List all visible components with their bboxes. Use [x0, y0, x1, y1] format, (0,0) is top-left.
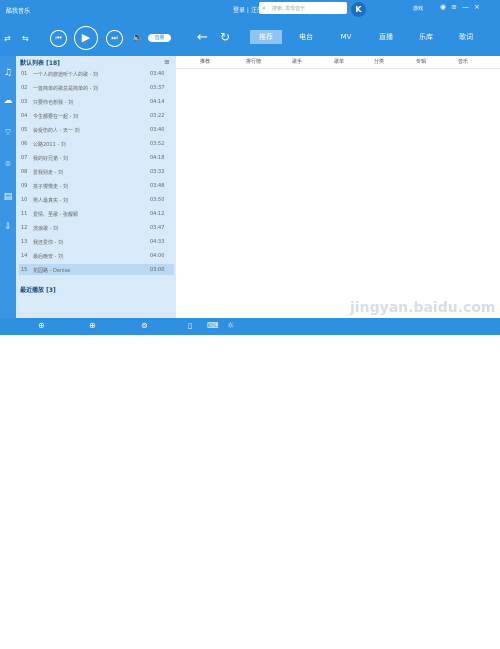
tab-radio[interactable]: 电台	[290, 30, 322, 44]
app-title: 酷我音乐	[6, 8, 31, 15]
sun-icon[interactable]: ☼	[227, 321, 234, 330]
add-folder-icon[interactable]: ⊕	[89, 321, 96, 330]
music-note-icon[interactable]: ♫	[3, 68, 13, 78]
volume-slider[interactable]: 音量	[148, 34, 171, 42]
game-link[interactable]: 游戏	[413, 5, 423, 12]
gamepad-icon[interactable]: ⌨	[207, 321, 219, 330]
list-item[interactable]: 07 我的好兄弟 - 刘 04:18	[19, 152, 174, 163]
title-bar: 酷我音乐 登录 | 注册 ⌕ 搜索, 发现音乐 K 游戏 ◉≡—×	[0, 0, 500, 20]
back-arrow-icon[interactable]: ←	[197, 30, 208, 45]
locate-icon[interactable]: ⊚	[141, 321, 148, 330]
next-button[interactable]: ⏭	[106, 30, 123, 47]
location-icon[interactable]: ⌾	[3, 160, 13, 170]
list-item-selected[interactable]: 15 花园路 - Denise 03:00	[19, 264, 174, 275]
search-placeholder: 搜索, 发现音乐	[272, 6, 306, 12]
tab-library[interactable]: 乐库	[410, 30, 442, 44]
playlist-header[interactable]: 默认列表 [18]	[20, 58, 60, 67]
download-icon[interactable]: ⇩	[3, 222, 13, 232]
tab-recommend[interactable]: 推荐	[250, 30, 282, 44]
list-item[interactable]: 06 公路2011 - 刘 03:52	[19, 138, 174, 149]
status-text: 酷我上网心 - 最新猜音乐服务	[420, 643, 485, 649]
list-item[interactable]: 12 流浪歌 - 刘 03:47	[19, 222, 174, 233]
main-content: 推荐 排行榜 歌手 歌单 分类 专辑 音乐	[176, 56, 500, 318]
phone-icon[interactable]: ▯	[188, 321, 192, 330]
left-icon-strip: ♫ ☁ ⌔ ⌾ ▤ ⇩	[0, 56, 16, 318]
list-item[interactable]: 04 今生都要在一起 - 刘 03:22	[19, 110, 174, 121]
list-item[interactable]: 10 男人最真实 - 刘 03:50	[19, 194, 174, 205]
close-icon[interactable]: ×	[474, 3, 485, 11]
subtab[interactable]: 歌单	[334, 58, 344, 65]
playlist-panel: 默认列表 [18] ≡ 01 一个人的旅途听个人的歌 - 刘 03:40 02 一首简…	[16, 56, 176, 318]
list-mode-icon[interactable]: ⇆	[22, 34, 29, 43]
minimize-icon[interactable]: —	[462, 3, 474, 11]
list-item[interactable]: 09 孩子慢慢走 - 刘 03:48	[19, 180, 174, 191]
list-item[interactable]: 01 一个人的旅途听个人的歌 - 刘 03:40	[19, 68, 174, 79]
list-item[interactable]: 08 爱我别走 - 刘 03:33	[19, 166, 174, 177]
skin-icon[interactable]: ◉	[440, 3, 451, 11]
bottom-bar: ⊕ ⊕ ⊚ ▯ ⌨ ☼ 酷我上网心 - 最新猜音乐服务	[0, 318, 500, 649]
list-item[interactable]: 11 爱情、圣歌 - 张靓颖 04:12	[19, 208, 174, 219]
content-subtabs: 推荐 排行榜 歌手 歌单 分类 专辑 音乐	[176, 56, 500, 69]
repeat-icon[interactable]: ⇄	[4, 34, 11, 43]
subtab[interactable]: 推荐	[200, 58, 210, 65]
list-item[interactable]: 14 最后晚安 - 刘 04:00	[19, 250, 174, 261]
broadcast-icon[interactable]: ⌔	[3, 128, 13, 138]
subtab[interactable]: 排行榜	[246, 58, 261, 65]
tab-lyrics[interactable]: 歌词	[450, 30, 482, 44]
subtab[interactable]: 分类	[374, 58, 384, 65]
list-item[interactable]: 13 我还爱你 - 刘 04:33	[19, 236, 174, 247]
menu-icon[interactable]: ≡	[451, 3, 462, 11]
list-item[interactable]: 03 只要你也想我 - 刘 04:14	[19, 96, 174, 107]
document-icon[interactable]: ▤	[3, 192, 13, 202]
watermark: jingyan.baidu.com	[350, 300, 496, 316]
list-item[interactable]: 02 一首简单的歌总是简单的 - 刘 03:37	[19, 82, 174, 93]
refresh-icon[interactable]: ↻	[220, 30, 230, 44]
tab-live[interactable]: 直播	[370, 30, 402, 44]
search-icon: ⌕	[262, 4, 266, 12]
tab-mv[interactable]: MV	[330, 30, 362, 44]
window-controls[interactable]: ◉≡—×	[440, 3, 485, 11]
prev-button[interactable]: ⏮	[50, 30, 67, 47]
subtab[interactable]: 音乐	[458, 58, 468, 65]
playlist-menu-icon[interactable]: ≡	[164, 58, 170, 66]
add-icon[interactable]: ⊕	[38, 321, 45, 330]
play-button[interactable]: ▶	[74, 26, 98, 50]
cloud-icon[interactable]: ☁	[3, 96, 13, 106]
k-song-button[interactable]: K	[351, 2, 366, 17]
list-item[interactable]: 05 会受伤的人 - 天一 刘 03:40	[19, 124, 174, 135]
subtab[interactable]: 专辑	[416, 58, 426, 65]
volume-icon[interactable]: 🔈	[132, 33, 143, 43]
recent-playlist-header[interactable]: 最近播放 [3]	[20, 285, 56, 294]
subtab[interactable]: 歌手	[292, 58, 302, 65]
search-input[interactable]: ⌕ 搜索, 发现音乐	[259, 2, 347, 14]
